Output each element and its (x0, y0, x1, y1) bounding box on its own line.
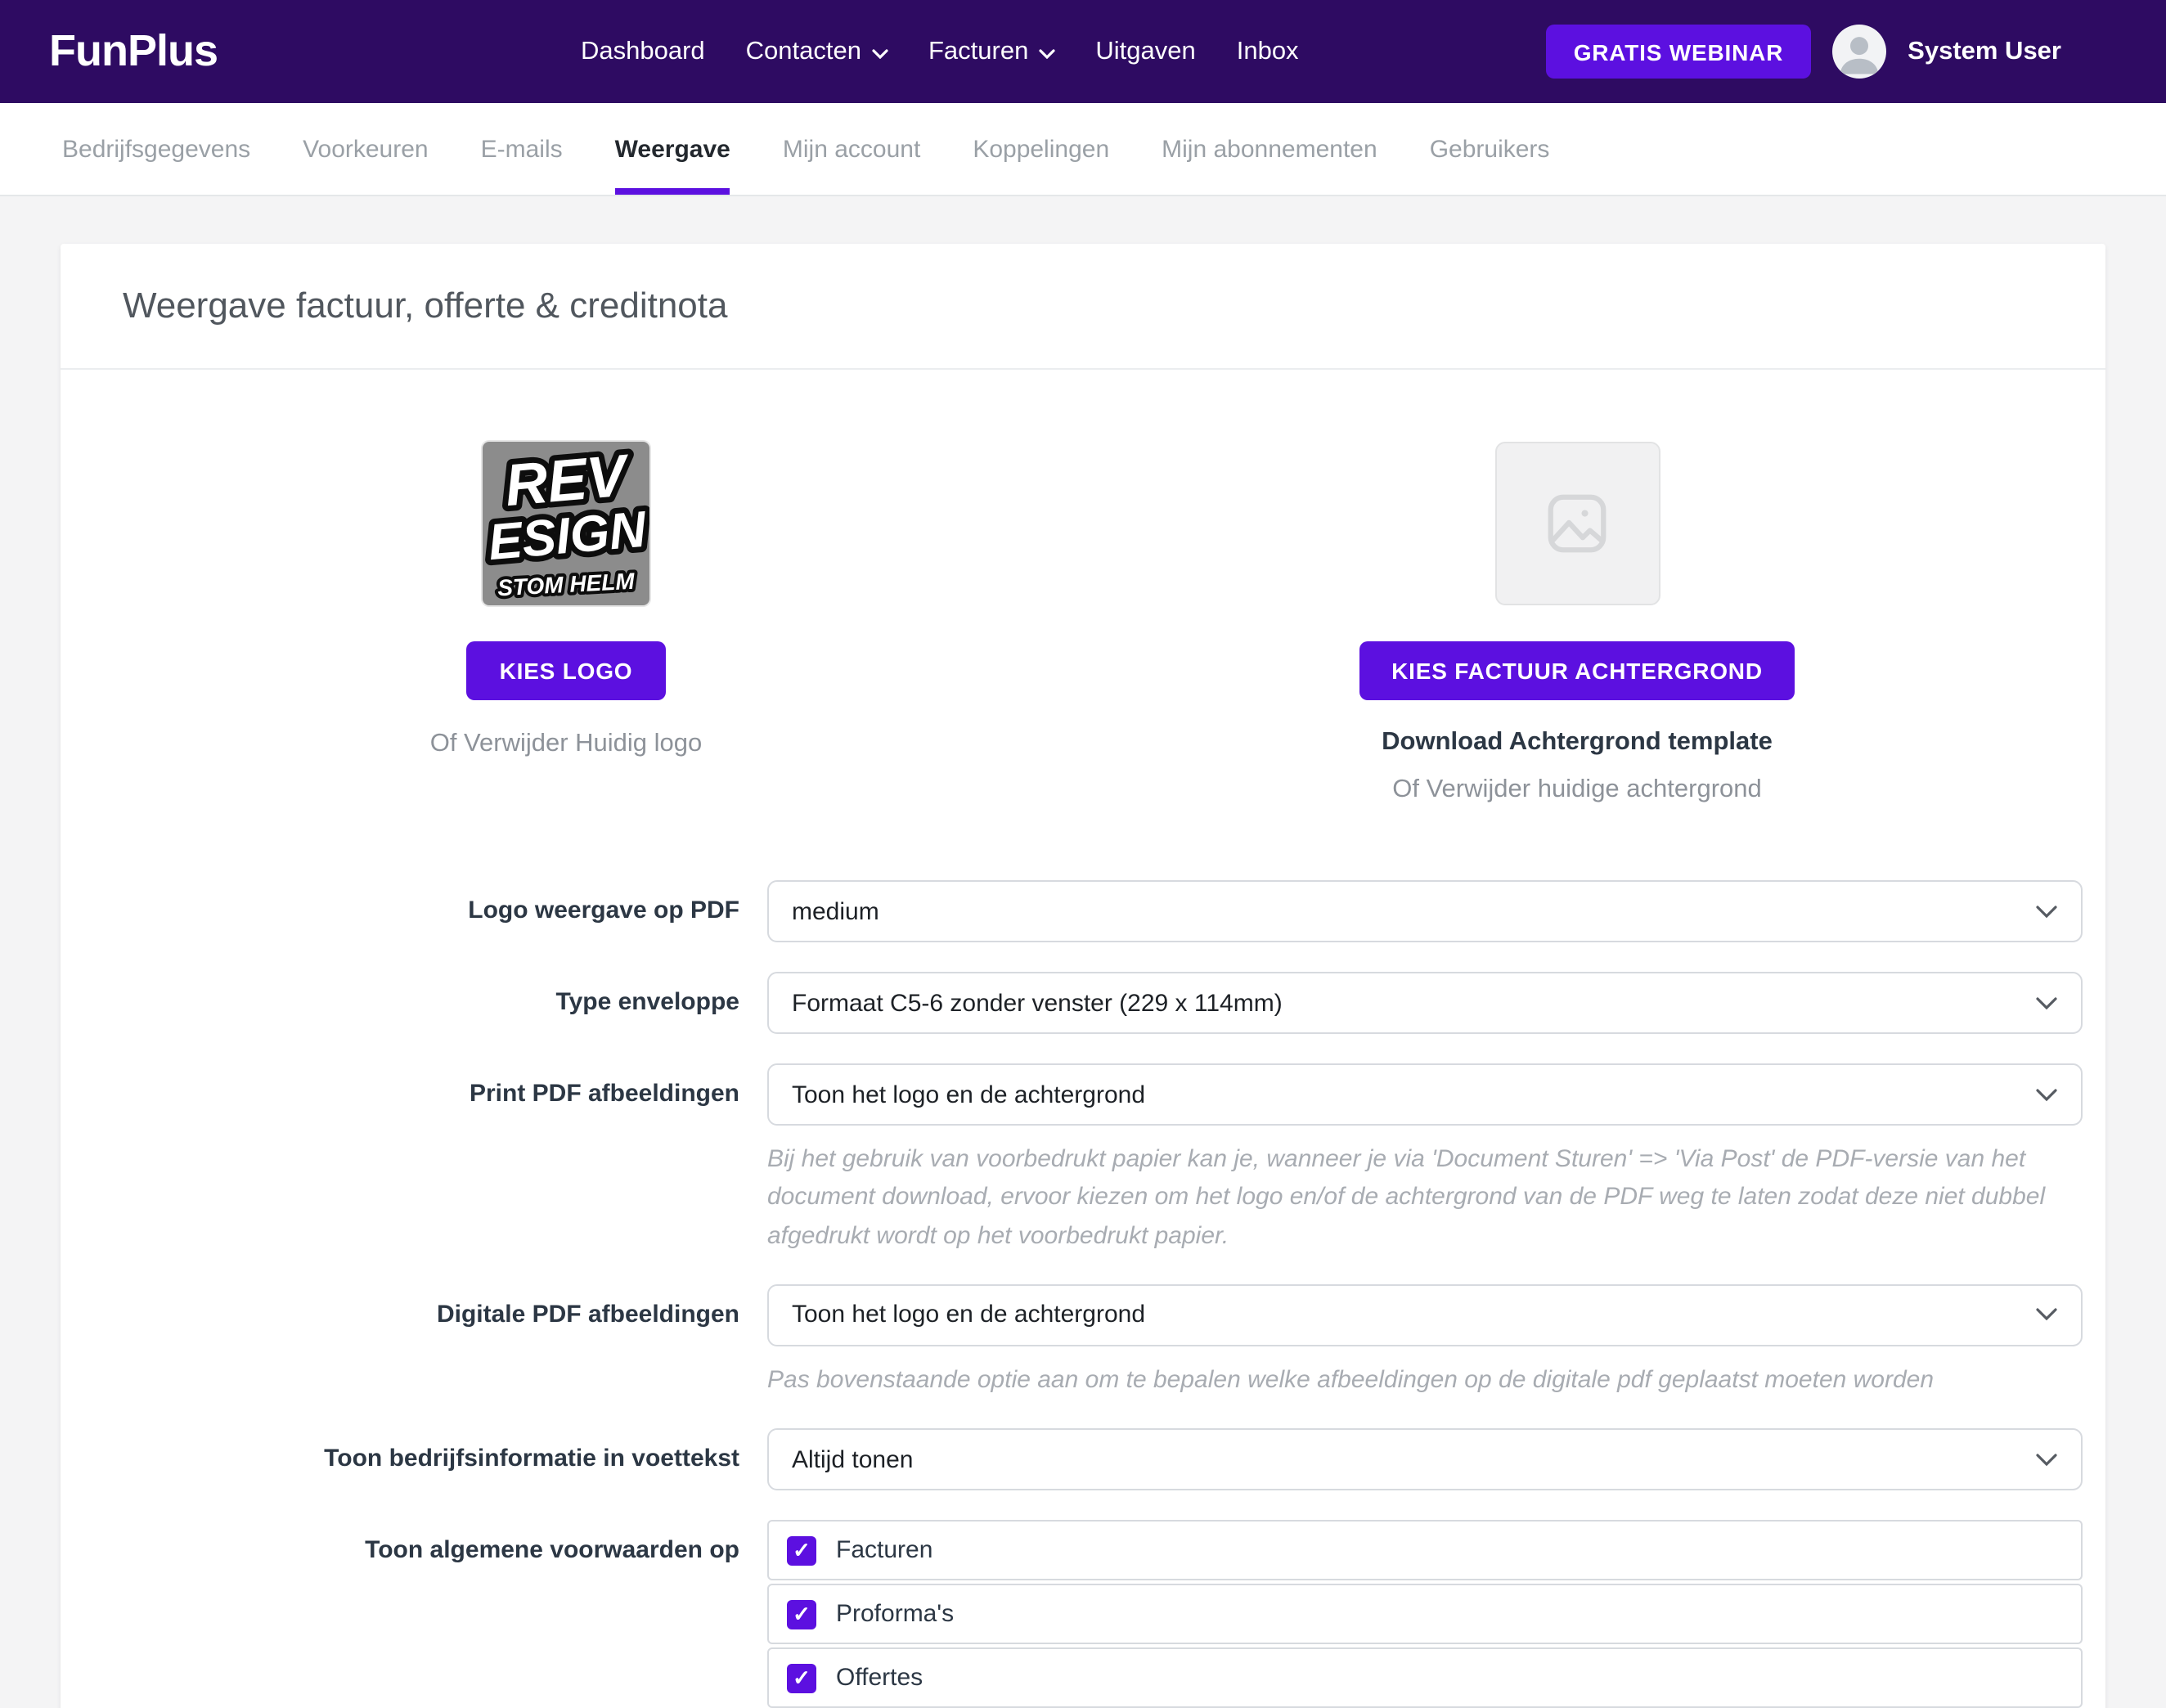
form-row-digital-pdf: Digitale PDF afbeeldingen Toon het logo … (61, 1284, 2083, 1400)
nav-item-contacten[interactable]: Contacten (746, 37, 888, 66)
nav-item-dashboard[interactable]: Dashboard (581, 37, 705, 66)
top-navbar: FunPlus Dashboard Contacten Facturen Uit… (0, 0, 2166, 103)
logo-size-select[interactable]: medium (767, 880, 2083, 942)
nav-item-inbox[interactable]: Inbox (1237, 37, 1299, 66)
tab-bedrijfsgegevens[interactable]: Bedrijfsgegevens (62, 103, 250, 195)
form-row-terms: Toon algemene voorwaarden op Facturen (61, 1520, 2083, 1708)
terms-options-list: Facturen Proforma's Offertes (767, 1520, 2083, 1708)
envelope-select-value: Formaat C5-6 zonder venster (229 x 114mm… (792, 989, 1283, 1017)
print-pdf-help-text: Bij het gebruik van voorbedrukt papier k… (767, 1140, 2083, 1255)
kies-factuur-achtergrond-button[interactable]: KIES FACTUUR ACHTERGROND (1359, 641, 1795, 700)
terms-option-label: Proforma's (836, 1600, 954, 1628)
digital-pdf-select-value: Toon het logo en de achtergrond (792, 1301, 1145, 1329)
tab-koppelingen[interactable]: Koppelingen (973, 103, 1109, 195)
tab-voorkeuren[interactable]: Voorkeuren (303, 103, 428, 195)
logo-upload-column: REV ESIGN STOM HELM KIES LOGO Of Verwijd… (61, 442, 1072, 805)
nav-label: Contacten (746, 37, 861, 66)
download-achtergrond-template-link[interactable]: Download Achtergrond template (1382, 728, 1773, 757)
chevron-down-icon (2035, 996, 2058, 1010)
nav-label: Facturen (928, 37, 1028, 66)
remove-background-link[interactable]: Of Verwijder huidige achtergrond (1392, 775, 1762, 805)
field-digital-pdf: Toon het logo en de achtergrond Pas bove… (767, 1284, 2083, 1400)
field-label-terms: Toon algemene voorwaarden op (61, 1520, 767, 1708)
terms-option-label: Facturen (836, 1536, 932, 1564)
print-pdf-select-value: Toon het logo en de achtergrond (792, 1081, 1145, 1108)
background-placeholder (1494, 442, 1660, 605)
nav-item-facturen[interactable]: Facturen (928, 37, 1054, 66)
remove-logo-link[interactable]: Of Verwijder Huidig logo (430, 730, 703, 759)
upload-section: REV ESIGN STOM HELM KIES LOGO Of Verwijd… (61, 442, 2083, 805)
print-pdf-select[interactable]: Toon het logo en de achtergrond (767, 1063, 2083, 1126)
chevron-down-icon (1038, 48, 1054, 58)
digital-pdf-help-text: Pas bovenstaande optie aan om te bepalen… (767, 1361, 2083, 1400)
settings-tabbar: Bedrijfsgegevens Voorkeuren E-mails Weer… (0, 103, 2166, 196)
card-header: Weergave factuur, offerte & creditnota (61, 244, 2105, 370)
image-placeholder-icon (1541, 488, 1613, 560)
logo-size-select-value: medium (792, 897, 879, 925)
form-row-footer-info: Toon bedrijfsinformatie in voettekst Alt… (61, 1428, 2083, 1490)
field-label-digital-pdf: Digitale PDF afbeeldingen (61, 1284, 767, 1400)
tab-weergave[interactable]: Weergave (615, 103, 730, 195)
chevron-down-icon (2035, 904, 2058, 919)
form-row-envelope: Type enveloppe Formaat C5-6 zonder venst… (61, 972, 2083, 1034)
app-viewport: FunPlus Dashboard Contacten Facturen Uit… (0, 0, 2166, 1708)
nav-label: Uitgaven (1095, 37, 1195, 66)
digital-pdf-select[interactable]: Toon het logo en de achtergrond (767, 1284, 2083, 1346)
main-navigation: Dashboard Contacten Facturen Uitgaven In… (581, 37, 1299, 66)
current-logo-image: REV ESIGN STOM HELM (483, 442, 649, 605)
tab-gebruikers[interactable]: Gebruikers (1430, 103, 1550, 195)
chevron-down-icon (871, 48, 888, 58)
checkbox-checked-icon[interactable] (787, 1599, 816, 1629)
user-avatar[interactable] (1832, 25, 1886, 79)
nav-label: Inbox (1237, 37, 1299, 66)
envelope-select[interactable]: Formaat C5-6 zonder venster (229 x 114mm… (767, 972, 2083, 1034)
field-envelope: Formaat C5-6 zonder venster (229 x 114mm… (767, 972, 2083, 1034)
topbar-right-group: GRATIS WEBINAR System User (1546, 25, 2061, 79)
chevron-down-icon (2035, 1308, 2058, 1323)
checkbox-checked-icon[interactable] (787, 1535, 816, 1565)
brand-logo[interactable]: FunPlus (49, 26, 218, 77)
card-body: REV ESIGN STOM HELM KIES LOGO Of Verwijd… (61, 370, 2105, 1708)
nav-label: Dashboard (581, 37, 705, 66)
tab-mijn-account[interactable]: Mijn account (783, 103, 920, 195)
person-icon (1832, 25, 1886, 79)
user-name[interactable]: System User (1908, 37, 2061, 66)
logo-artwork: REV ESIGN STOM HELM (483, 442, 649, 605)
weergave-form: Logo weergave op PDF medium Type envelop… (61, 880, 2083, 1708)
kies-logo-button[interactable]: KIES LOGO (467, 641, 666, 700)
gratis-webinar-button[interactable]: GRATIS WEBINAR (1546, 25, 1811, 79)
field-label-envelope: Type enveloppe (61, 972, 767, 1034)
footer-info-select-value: Altijd tonen (792, 1445, 913, 1473)
terms-option-label: Offertes (836, 1664, 923, 1692)
field-label-print-pdf: Print PDF afbeeldingen (61, 1063, 767, 1255)
footer-info-select[interactable]: Altijd tonen (767, 1428, 2083, 1490)
tab-emails[interactable]: E-mails (481, 103, 563, 195)
checkbox-checked-icon[interactable] (787, 1663, 816, 1692)
nav-item-uitgaven[interactable]: Uitgaven (1095, 37, 1195, 66)
background-upload-column: KIES FACTUUR ACHTERGROND Download Achter… (1072, 442, 2083, 805)
terms-option-row[interactable]: Offertes (767, 1647, 2083, 1708)
chevron-down-icon (2035, 1452, 2058, 1467)
weergave-settings-card: Weergave factuur, offerte & creditnota R… (61, 244, 2105, 1708)
field-print-pdf: Toon het logo en de achtergrond Bij het … (767, 1063, 2083, 1255)
form-row-print-pdf: Print PDF afbeeldingen Toon het logo en … (61, 1063, 2083, 1255)
svg-text:STOM HELM: STOM HELM (497, 569, 636, 601)
chevron-down-icon (2035, 1087, 2058, 1102)
field-label-logo-size: Logo weergave op PDF (61, 880, 767, 942)
field-label-footer-info: Toon bedrijfsinformatie in voettekst (61, 1428, 767, 1490)
page-title: Weergave factuur, offerte & creditnota (123, 285, 2043, 327)
terms-option-row[interactable]: Facturen (767, 1520, 2083, 1580)
terms-option-row[interactable]: Proforma's (767, 1584, 2083, 1644)
field-logo-size: medium (767, 880, 2083, 942)
main-content: Weergave factuur, offerte & creditnota R… (0, 196, 2166, 1708)
field-footer-info: Altijd tonen (767, 1428, 2083, 1490)
form-row-logo-size: Logo weergave op PDF medium (61, 880, 2083, 942)
tab-mijn-abonnementen[interactable]: Mijn abonnementen (1162, 103, 1377, 195)
